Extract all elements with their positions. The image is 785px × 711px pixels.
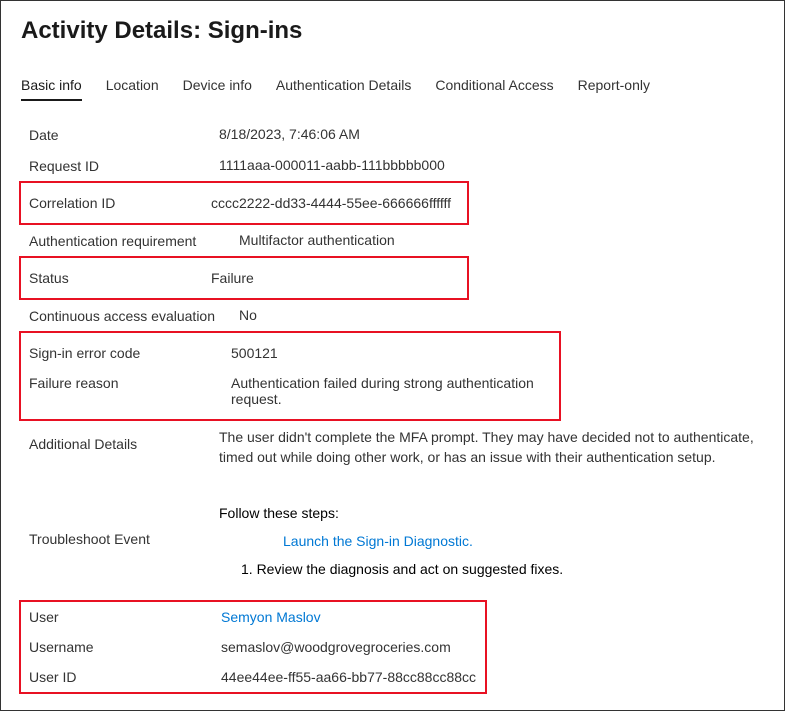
label-request-id: Request ID — [29, 157, 219, 174]
value-additional-details: The user didn't complete the MFA prompt.… — [219, 428, 764, 467]
label-authentication-requirement: Authentication requirement — [29, 232, 239, 249]
tab-basic-info[interactable]: Basic info — [21, 77, 82, 101]
row-authentication-requirement: Authentication requirement Multifactor a… — [21, 225, 764, 256]
row-request-id: Request ID 1111aaa-000011-aabb-111bbbbb0… — [21, 150, 764, 181]
label-user: User — [29, 609, 221, 625]
row-date: Date 8/18/2023, 7:46:06 AM — [21, 119, 764, 150]
label-correlation-id: Correlation ID — [29, 195, 211, 211]
troubleshoot-step-1: 1. Review the diagnosis and act on sugge… — [219, 561, 764, 577]
launch-sign-in-diagnostic-link[interactable]: Launch the Sign-in Diagnostic. — [219, 533, 764, 549]
tab-report-only[interactable]: Report-only — [578, 77, 650, 101]
row-troubleshoot-event: Troubleshoot Event Follow these steps: L… — [21, 498, 764, 584]
value-status: Failure — [211, 270, 467, 286]
value-username: semaslov@woodgrovegroceries.com — [221, 639, 485, 655]
value-sign-in-error-code: 500121 — [231, 345, 559, 361]
tab-location[interactable]: Location — [106, 77, 159, 101]
highlight-error-and-reason: Sign-in error code 500121 Failure reason… — [19, 331, 561, 421]
label-date: Date — [29, 126, 219, 143]
label-sign-in-error-code: Sign-in error code — [29, 345, 231, 361]
row-failure-reason: Failure reason Authentication failed dur… — [29, 368, 559, 414]
highlight-status: Status Failure — [19, 256, 469, 300]
row-continuous-access-evaluation: Continuous access evaluation No — [21, 300, 764, 331]
value-failure-reason: Authentication failed during strong auth… — [231, 375, 559, 407]
value-correlation-id: cccc2222-dd33-4444-55ee-666666ffffff — [211, 195, 467, 211]
row-user-id: User ID 44ee44ee-ff55-aa66-bb77-88cc88cc… — [29, 662, 485, 692]
row-sign-in-error-code: Sign-in error code 500121 — [29, 338, 559, 368]
tab-device-info[interactable]: Device info — [183, 77, 252, 101]
highlight-correlation-id: Correlation ID cccc2222-dd33-4444-55ee-6… — [19, 181, 469, 225]
detail-rows: Date 8/18/2023, 7:46:06 AM Request ID 11… — [21, 119, 764, 694]
tab-authentication-details[interactable]: Authentication Details — [276, 77, 411, 101]
label-status: Status — [29, 270, 211, 286]
value-authentication-requirement: Multifactor authentication — [239, 232, 764, 248]
troubleshoot-follow-text: Follow these steps: — [219, 505, 764, 521]
row-username: Username semaslov@woodgrovegroceries.com — [29, 632, 485, 662]
value-date: 8/18/2023, 7:46:06 AM — [219, 126, 764, 142]
value-request-id: 1111aaa-000011-aabb-111bbbbb000 — [219, 157, 764, 173]
tab-conditional-access[interactable]: Conditional Access — [435, 77, 553, 101]
row-additional-details: Additional Details The user didn't compl… — [21, 421, 764, 474]
label-troubleshoot-event: Troubleshoot Event — [29, 505, 219, 577]
label-failure-reason: Failure reason — [29, 375, 231, 391]
label-user-id: User ID — [29, 669, 221, 685]
label-additional-details: Additional Details — [29, 428, 219, 452]
label-continuous-access-evaluation: Continuous access evaluation — [29, 307, 239, 324]
page-title: Activity Details: Sign-ins — [21, 17, 764, 45]
highlight-user-block: User Semyon Maslov Username semaslov@woo… — [19, 600, 487, 694]
value-user-id: 44ee44ee-ff55-aa66-bb77-88cc88cc88cc — [221, 669, 485, 685]
row-user: User Semyon Maslov — [29, 602, 485, 632]
row-status: Status Failure — [29, 263, 467, 293]
tabs: Basic info Location Device info Authenti… — [21, 77, 764, 101]
value-continuous-access-evaluation: No — [239, 307, 764, 323]
value-user-link[interactable]: Semyon Maslov — [221, 609, 485, 625]
label-username: Username — [29, 639, 221, 655]
row-correlation-id: Correlation ID cccc2222-dd33-4444-55ee-6… — [29, 188, 467, 218]
